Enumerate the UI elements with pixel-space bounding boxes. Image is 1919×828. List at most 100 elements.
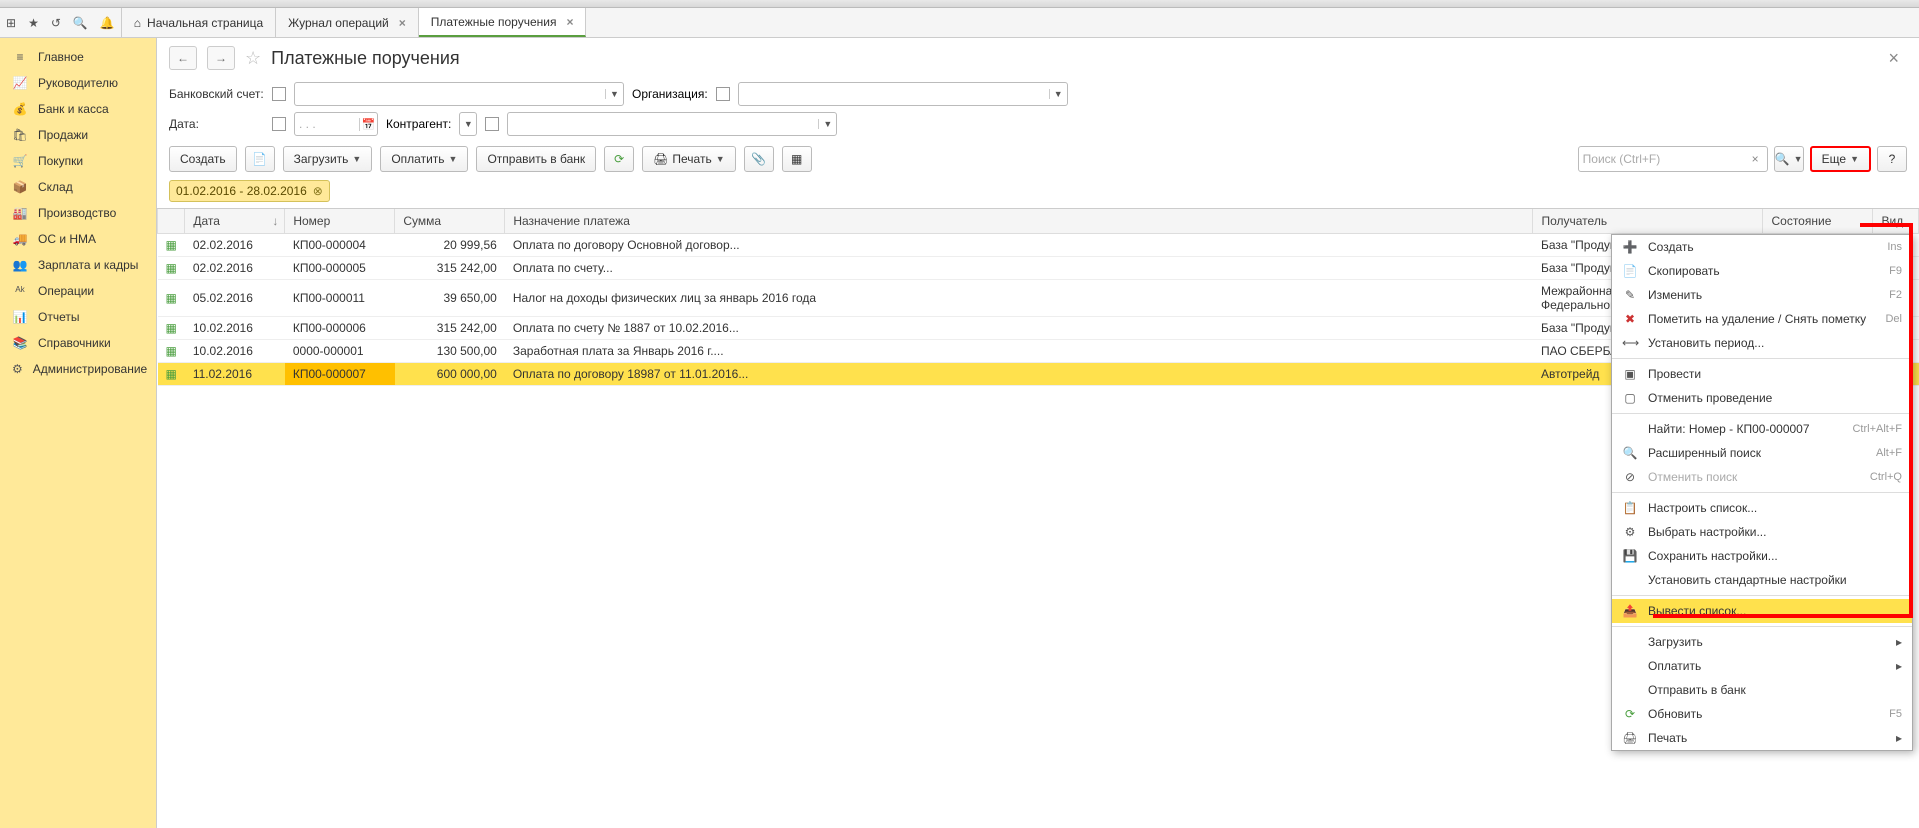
menu-item[interactable]: ➕СоздатьIns	[1612, 235, 1912, 259]
menu-item[interactable]: 📄СкопироватьF9	[1612, 259, 1912, 283]
submenu-icon: ▸	[1896, 659, 1902, 673]
bank-account-select[interactable]: ▼	[294, 82, 624, 106]
sidebar-item[interactable]: 📈Руководителю	[0, 70, 156, 96]
tab-label: Журнал операций	[288, 16, 389, 30]
help-button[interactable]: ?	[1877, 146, 1907, 172]
menu-item[interactable]: 📋Настроить список...	[1612, 496, 1912, 520]
date-filter-chip[interactable]: 01.02.2016 - 28.02.2016 ⊗	[169, 180, 330, 202]
more-button[interactable]: Еще▼	[1810, 146, 1871, 172]
menu-icon: 📋	[1622, 501, 1638, 515]
counterparty-mode[interactable]: ▼	[459, 112, 477, 136]
menu-item[interactable]: 📤Вывести список...	[1612, 599, 1912, 623]
back-button[interactable]: ←	[169, 46, 197, 70]
calendar-icon[interactable]: 📅	[359, 118, 377, 131]
pay-button[interactable]: Оплатить▼	[380, 146, 468, 172]
sidebar-item[interactable]: ≡Главное	[0, 44, 156, 70]
menu-item[interactable]: Найти: Номер - КП00-000007Ctrl+Alt+F	[1612, 417, 1912, 441]
counterparty-checkbox[interactable]	[485, 117, 499, 131]
close-icon[interactable]: ×	[399, 16, 406, 30]
org-select[interactable]: ▼	[738, 82, 1068, 106]
clear-search-icon[interactable]: ×	[1748, 152, 1763, 166]
menu-item[interactable]: 🔍Расширенный поискAlt+F	[1612, 441, 1912, 465]
date-input[interactable]: . . . 📅	[294, 112, 378, 136]
col-purpose[interactable]: Назначение платежа	[505, 209, 1533, 234]
tab-payments[interactable]: Платежные поручения ×	[419, 8, 587, 37]
favorite-icon[interactable]: ☆	[245, 48, 261, 69]
tab-journal[interactable]: Журнал операций ×	[276, 8, 419, 37]
forward-button[interactable]: →	[207, 46, 235, 70]
refresh-button[interactable]: ⟳	[604, 146, 634, 172]
menu-item[interactable]: Отправить в банк	[1612, 678, 1912, 702]
doc-icon: ▦	[158, 234, 185, 257]
menu-item[interactable]: ✎ИзменитьF2	[1612, 283, 1912, 307]
date-checkbox[interactable]	[272, 117, 286, 131]
menu-item[interactable]: Оплатить ▸	[1612, 654, 1912, 678]
attach-button[interactable]: 📎	[744, 146, 774, 172]
menu-icon: ⟳	[1622, 707, 1638, 721]
copy-button[interactable]: 📄	[245, 146, 275, 172]
star-icon[interactable]: ★	[28, 16, 39, 30]
sidebar-item[interactable]: 👥Зарплата и кадры	[0, 252, 156, 278]
sidebar-icon: 🏭	[12, 206, 28, 220]
apps-icon[interactable]: ⊞	[6, 16, 16, 30]
menu-label: Расширенный поиск	[1648, 446, 1761, 460]
sidebar-icon: ᴬᵏ	[12, 284, 28, 298]
menu-item[interactable]: ▣Провести	[1612, 362, 1912, 386]
sidebar-item[interactable]: 🛍Продажи	[0, 122, 156, 148]
search-icon[interactable]: 🔍	[73, 16, 88, 30]
org-label: Организация:	[632, 87, 708, 101]
counterparty-select[interactable]: ▼	[507, 112, 837, 136]
load-button[interactable]: Загрузить▼	[283, 146, 373, 172]
close-page-button[interactable]: ×	[1880, 48, 1907, 69]
sidebar-item[interactable]: 📚Справочники	[0, 330, 156, 356]
history-icon[interactable]: ↺	[51, 16, 61, 30]
bank-account-checkbox[interactable]	[272, 87, 286, 101]
sidebar-label: Отчеты	[38, 310, 79, 324]
menu-item[interactable]: Установить стандартные настройки	[1612, 568, 1912, 592]
menu-icon: 💾	[1622, 549, 1638, 563]
sidebar-icon: 👥	[12, 258, 28, 272]
sidebar-item[interactable]: 📊Отчеты	[0, 304, 156, 330]
menu-item[interactable]: Загрузить▸	[1612, 630, 1912, 654]
menu-item[interactable]: ⟷Установить период...	[1612, 331, 1912, 355]
bell-icon[interactable]: 🔔	[100, 16, 115, 30]
print-button[interactable]: 🖨Печать▼	[642, 146, 735, 172]
shortcut: Ins	[1887, 241, 1902, 253]
find-button[interactable]: 🔍▼	[1774, 146, 1804, 172]
sidebar-label: Администрирование	[33, 362, 147, 376]
close-icon[interactable]: ×	[566, 15, 573, 29]
create-button[interactable]: Создать	[169, 146, 237, 172]
menu-label: Установить стандартные настройки	[1648, 573, 1847, 587]
tab-home[interactable]: ⌂ Начальная страница	[122, 8, 276, 37]
sidebar-item[interactable]: 💰Банк и касса	[0, 96, 156, 122]
report-button[interactable]: ▦	[782, 146, 812, 172]
menu-item[interactable]: 🖨Печать▸	[1612, 726, 1912, 750]
col-sum[interactable]: Сумма	[395, 209, 505, 234]
sidebar-item[interactable]: 🏭Производство	[0, 200, 156, 226]
menu-item[interactable]: ⚙Выбрать настройки...	[1612, 520, 1912, 544]
col-state[interactable]: Состояние	[1763, 209, 1873, 234]
menu-label: Выбрать настройки...	[1648, 525, 1766, 539]
col-recipient[interactable]: Получатель	[1533, 209, 1763, 234]
sidebar-item[interactable]: 🚚ОС и НМА	[0, 226, 156, 252]
org-checkbox[interactable]	[716, 87, 730, 101]
sidebar-item[interactable]: ⚙Администрирование	[0, 356, 156, 382]
doc-icon: ▦	[158, 317, 185, 340]
search-input[interactable]: ×	[1578, 146, 1768, 172]
col-num[interactable]: Номер	[285, 209, 395, 234]
menu-item[interactable]: ⟳ОбновитьF5	[1612, 702, 1912, 726]
remove-chip-icon[interactable]: ⊗	[313, 184, 323, 198]
send-bank-button[interactable]: Отправить в банк	[476, 146, 596, 172]
col-date[interactable]: Дата↓	[185, 209, 285, 234]
menu-icon: 📤	[1622, 604, 1638, 618]
sidebar-item[interactable]: 🛒Покупки	[0, 148, 156, 174]
menu-label: Оплатить	[1648, 659, 1701, 673]
menu-item[interactable]: ✖Пометить на удаление / Снять пометкуDel	[1612, 307, 1912, 331]
menu-item[interactable]: ▢Отменить проведение	[1612, 386, 1912, 410]
menu-icon: 📄	[1622, 264, 1638, 278]
menu-item[interactable]: 💾Сохранить настройки...	[1612, 544, 1912, 568]
doc-icon: ▦	[158, 257, 185, 280]
sidebar-item[interactable]: 📦Склад	[0, 174, 156, 200]
sidebar-item[interactable]: ᴬᵏОперации	[0, 278, 156, 304]
sidebar-icon: 🚚	[12, 232, 28, 246]
